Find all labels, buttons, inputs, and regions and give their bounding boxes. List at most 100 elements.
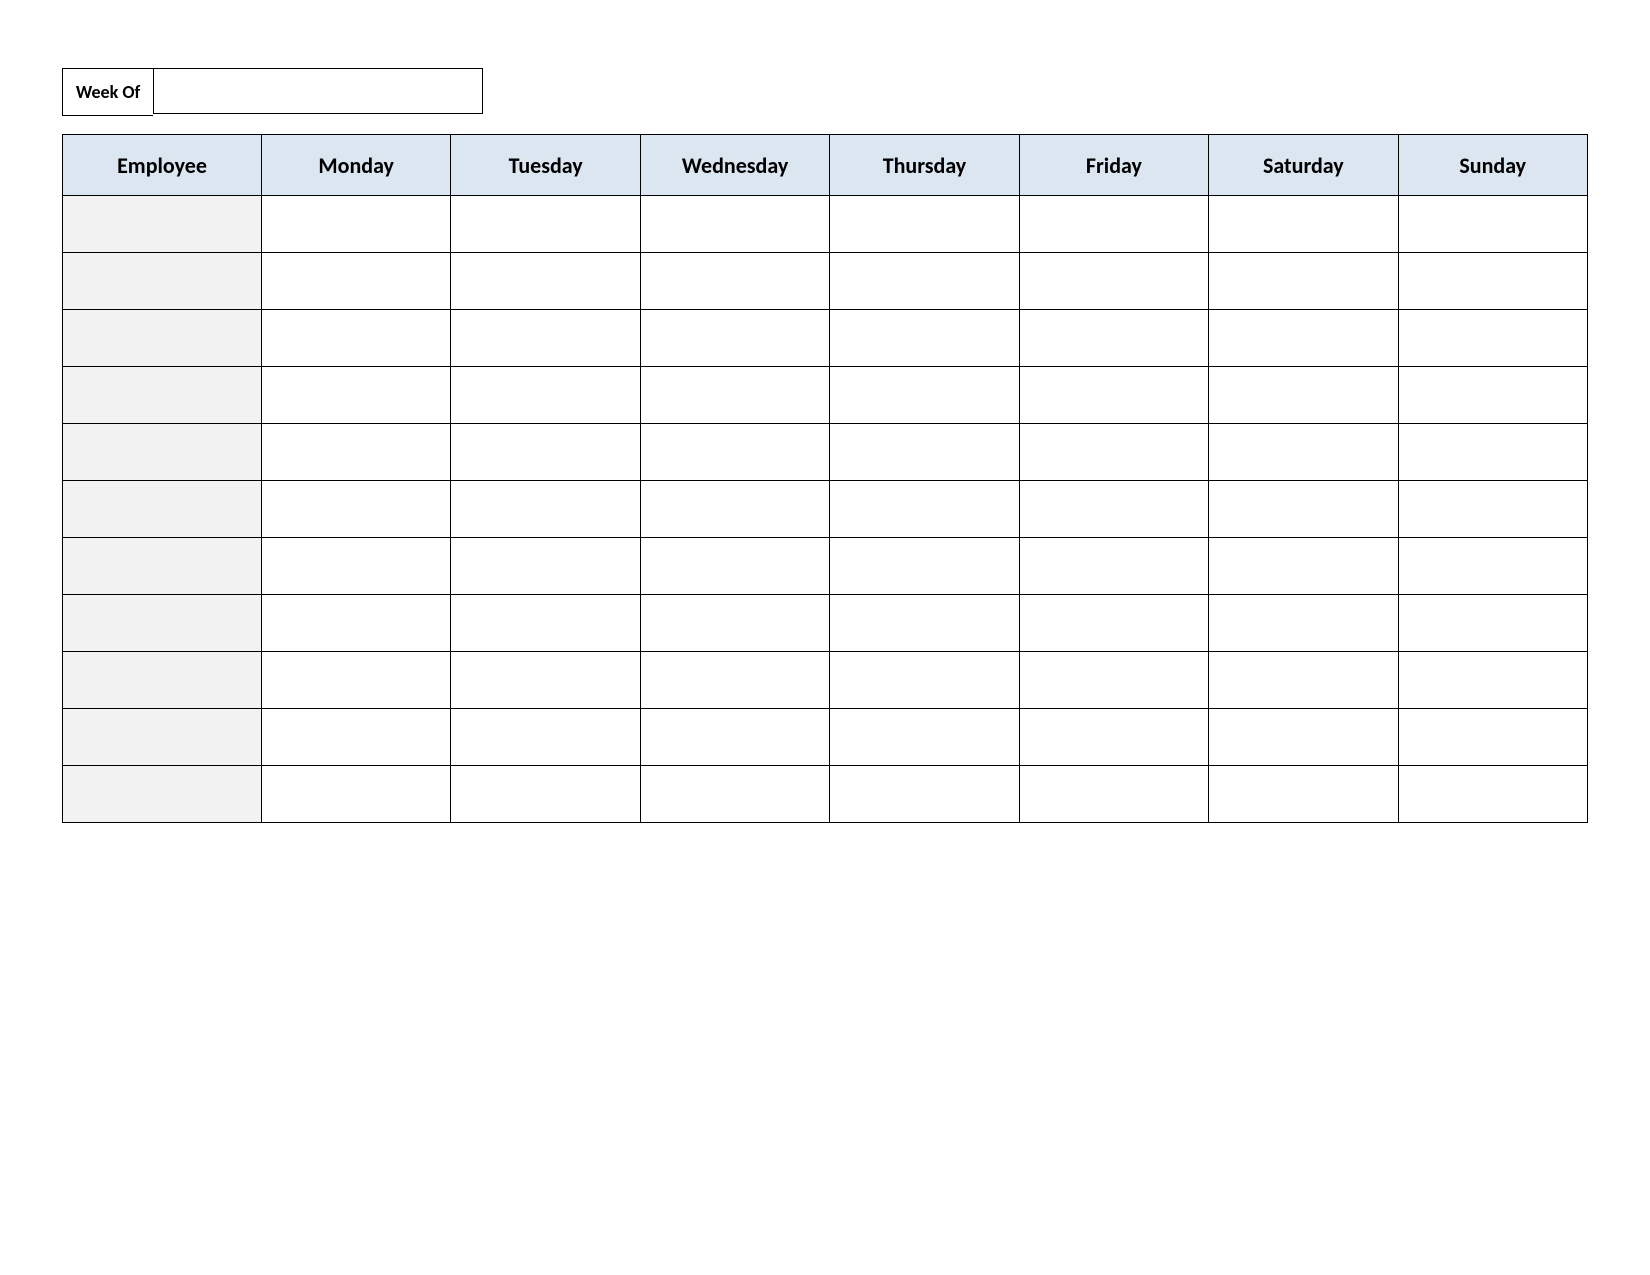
week-of-value[interactable] <box>153 68 483 114</box>
day-cell[interactable] <box>451 253 640 310</box>
day-cell[interactable] <box>1019 709 1208 766</box>
day-cell[interactable] <box>1019 538 1208 595</box>
day-cell[interactable] <box>830 538 1019 595</box>
employee-cell[interactable] <box>63 253 262 310</box>
day-cell[interactable] <box>640 367 829 424</box>
employee-cell[interactable] <box>63 595 262 652</box>
day-cell[interactable] <box>262 253 451 310</box>
day-cell[interactable] <box>451 367 640 424</box>
day-cell[interactable] <box>451 196 640 253</box>
day-cell[interactable] <box>1209 481 1398 538</box>
day-cell[interactable] <box>640 595 829 652</box>
day-cell[interactable] <box>830 709 1019 766</box>
day-cell[interactable] <box>262 196 451 253</box>
day-cell[interactable] <box>1019 652 1208 709</box>
day-cell[interactable] <box>830 367 1019 424</box>
header-tuesday: Tuesday <box>451 135 640 196</box>
day-cell[interactable] <box>451 481 640 538</box>
day-cell[interactable] <box>262 652 451 709</box>
day-cell[interactable] <box>262 424 451 481</box>
day-cell[interactable] <box>262 481 451 538</box>
day-cell[interactable] <box>1209 367 1398 424</box>
table-row <box>63 367 1588 424</box>
employee-cell[interactable] <box>63 196 262 253</box>
day-cell[interactable] <box>1019 310 1208 367</box>
day-cell[interactable] <box>1398 367 1587 424</box>
day-cell[interactable] <box>262 595 451 652</box>
table-row <box>63 196 1588 253</box>
day-cell[interactable] <box>262 367 451 424</box>
day-cell[interactable] <box>1209 424 1398 481</box>
day-cell[interactable] <box>830 652 1019 709</box>
day-cell[interactable] <box>640 310 829 367</box>
day-cell[interactable] <box>1019 253 1208 310</box>
day-cell[interactable] <box>1019 766 1208 823</box>
day-cell[interactable] <box>451 310 640 367</box>
day-cell[interactable] <box>262 310 451 367</box>
day-cell[interactable] <box>1398 709 1587 766</box>
employee-cell[interactable] <box>63 424 262 481</box>
day-cell[interactable] <box>1209 310 1398 367</box>
day-cell[interactable] <box>262 538 451 595</box>
week-of-label: Week Of <box>62 68 153 116</box>
day-cell[interactable] <box>830 424 1019 481</box>
day-cell[interactable] <box>640 424 829 481</box>
day-cell[interactable] <box>451 424 640 481</box>
day-cell[interactable] <box>1209 538 1398 595</box>
day-cell[interactable] <box>640 196 829 253</box>
day-cell[interactable] <box>262 766 451 823</box>
header-thursday: Thursday <box>830 135 1019 196</box>
employee-cell[interactable] <box>63 538 262 595</box>
day-cell[interactable] <box>1398 196 1587 253</box>
day-cell[interactable] <box>451 595 640 652</box>
day-cell[interactable] <box>451 766 640 823</box>
day-cell[interactable] <box>1019 367 1208 424</box>
day-cell[interactable] <box>1019 424 1208 481</box>
day-cell[interactable] <box>1398 424 1587 481</box>
day-cell[interactable] <box>1398 253 1587 310</box>
employee-cell[interactable] <box>63 652 262 709</box>
employee-cell[interactable] <box>63 310 262 367</box>
weekly-schedule-document: Week Of Employee Monday Tuesday Wednesda… <box>0 0 1650 823</box>
day-cell[interactable] <box>1209 595 1398 652</box>
header-friday: Friday <box>1019 135 1208 196</box>
day-cell[interactable] <box>1019 595 1208 652</box>
day-cell[interactable] <box>640 766 829 823</box>
employee-cell[interactable] <box>63 481 262 538</box>
employee-cell[interactable] <box>63 766 262 823</box>
day-cell[interactable] <box>640 652 829 709</box>
employee-cell[interactable] <box>63 367 262 424</box>
day-cell[interactable] <box>1209 253 1398 310</box>
day-cell[interactable] <box>1398 310 1587 367</box>
day-cell[interactable] <box>830 595 1019 652</box>
week-of-box: Week Of <box>62 68 1588 116</box>
day-cell[interactable] <box>1019 481 1208 538</box>
employee-cell[interactable] <box>63 709 262 766</box>
day-cell[interactable] <box>640 481 829 538</box>
day-cell[interactable] <box>640 253 829 310</box>
day-cell[interactable] <box>1398 481 1587 538</box>
header-saturday: Saturday <box>1209 135 1398 196</box>
day-cell[interactable] <box>451 709 640 766</box>
schedule-header-row: Employee Monday Tuesday Wednesday Thursd… <box>63 135 1588 196</box>
day-cell[interactable] <box>1209 652 1398 709</box>
day-cell[interactable] <box>1398 595 1587 652</box>
day-cell[interactable] <box>830 766 1019 823</box>
day-cell[interactable] <box>1398 538 1587 595</box>
day-cell[interactable] <box>1398 766 1587 823</box>
day-cell[interactable] <box>451 652 640 709</box>
day-cell[interactable] <box>1209 766 1398 823</box>
day-cell[interactable] <box>830 253 1019 310</box>
day-cell[interactable] <box>830 196 1019 253</box>
day-cell[interactable] <box>1398 652 1587 709</box>
day-cell[interactable] <box>1209 709 1398 766</box>
day-cell[interactable] <box>1019 196 1208 253</box>
day-cell[interactable] <box>1209 196 1398 253</box>
day-cell[interactable] <box>262 709 451 766</box>
header-monday: Monday <box>262 135 451 196</box>
day-cell[interactable] <box>830 481 1019 538</box>
day-cell[interactable] <box>830 310 1019 367</box>
day-cell[interactable] <box>640 538 829 595</box>
day-cell[interactable] <box>451 538 640 595</box>
day-cell[interactable] <box>640 709 829 766</box>
